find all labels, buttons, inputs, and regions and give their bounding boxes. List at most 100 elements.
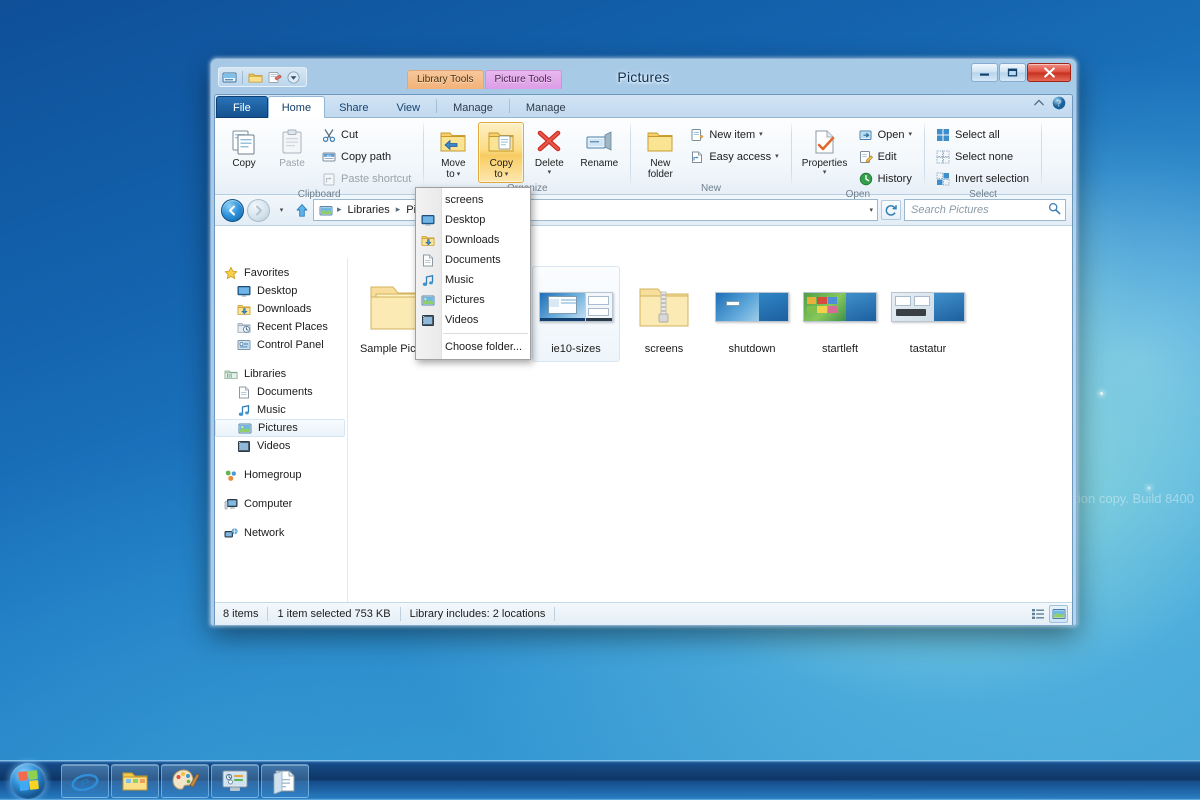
explorer-properties-icon[interactable]: [221, 69, 238, 86]
sidebar-item-computer[interactable]: Computer: [215, 495, 347, 513]
menu-item-pictures[interactable]: Pictures: [416, 290, 530, 310]
menu-item-label: Pictures: [445, 294, 485, 306]
file-label: startleft: [821, 343, 859, 355]
chevron-down-icon: ▾: [908, 130, 913, 138]
taskbar-notepad[interactable]: [261, 763, 309, 798]
music-icon: [236, 402, 252, 418]
sidebar-item-documents[interactable]: Documents: [215, 383, 347, 401]
folder-icon[interactable]: [247, 69, 264, 86]
tab-view[interactable]: View: [382, 96, 434, 118]
star-icon: [223, 265, 239, 281]
taskbar-internet-explorer[interactable]: e: [61, 763, 109, 798]
up-button[interactable]: [293, 200, 310, 220]
cut-icon: [321, 127, 337, 143]
file-item[interactable]: screens: [620, 266, 708, 362]
open-button[interactable]: Open ▾: [854, 124, 918, 145]
select-all-icon: [935, 127, 951, 143]
recent-pages-button[interactable]: ▾: [273, 200, 290, 220]
select-none-button[interactable]: Select none: [931, 146, 1035, 167]
maximize-button[interactable]: [999, 63, 1026, 82]
tab-manage-library[interactable]: Manage: [439, 96, 507, 118]
properties-button[interactable]: Properties ▾: [798, 122, 852, 179]
minimize-button[interactable]: [971, 63, 998, 82]
breadcrumb-item-libraries[interactable]: Libraries: [345, 203, 393, 217]
sidebar-item-pictures[interactable]: Pictures: [215, 419, 345, 437]
help-icon[interactable]: ?: [1052, 96, 1066, 113]
file-item[interactable]: shutdown: [708, 266, 796, 362]
new-folder-label-line2: folder: [647, 169, 673, 180]
tab-share[interactable]: Share: [325, 96, 382, 118]
sidebar-item-videos[interactable]: Videos: [215, 437, 347, 455]
documents-icon: [236, 384, 252, 400]
file-item[interactable]: tastatur: [884, 266, 972, 362]
paste-shortcut-icon: [321, 171, 337, 187]
sidebar-item-libraries[interactable]: Libraries: [215, 365, 347, 383]
file-item[interactable]: startleft: [796, 266, 884, 362]
menu-item-screens[interactable]: screens: [416, 190, 530, 210]
menu-item-desktop[interactable]: Desktop: [416, 210, 530, 230]
thumb-ie10-sizes: [539, 292, 613, 322]
sidebar-item-desktop[interactable]: Desktop: [215, 282, 347, 300]
sidebar-item-network[interactable]: Network: [215, 524, 347, 542]
copy-button[interactable]: Copy: [221, 122, 267, 172]
new-item-button[interactable]: New item ▾: [685, 124, 784, 145]
contextual-tab-groups: Library Tools Picture Tools: [407, 70, 562, 89]
address-breadcrumb-bar[interactable]: ▸ Libraries ▸ Pictu ▾: [313, 199, 878, 221]
menu-item-label: screens: [445, 194, 484, 206]
sidebar-item-control-panel[interactable]: Control Panel: [215, 336, 347, 354]
taskbar-control-panel[interactable]: [211, 763, 259, 798]
rename-button[interactable]: Rename: [574, 122, 624, 172]
tab-manage-picture[interactable]: Manage: [512, 96, 580, 118]
menu-item-choose-folder[interactable]: Choose folder...: [416, 337, 530, 357]
ribbon-group-open: Properties ▾ Open ▾ Edit History Open: [792, 118, 924, 201]
large-icons-view-button[interactable]: [1049, 605, 1068, 623]
sidebar-label: Documents: [257, 386, 313, 398]
search-icon[interactable]: [1048, 202, 1061, 218]
edit-button[interactable]: Edit: [854, 146, 918, 167]
sidebar-label: Network: [244, 527, 285, 539]
copy-path-button[interactable]: abc Copy path: [317, 146, 417, 167]
new-small-buttons: New item ▾ Easy access ▾: [685, 122, 784, 167]
copy-to-button-label-line2: to: [494, 169, 503, 180]
new-folder-icon: [645, 126, 675, 158]
paste-shortcut-button[interactable]: Paste shortcut: [317, 168, 417, 189]
new-folder-button[interactable]: New folder: [637, 122, 683, 183]
customize-qat-chevron-icon[interactable]: [285, 69, 302, 86]
refresh-button[interactable]: [881, 200, 901, 220]
forward-button[interactable]: [247, 198, 270, 222]
start-button[interactable]: [1, 762, 55, 800]
move-to-button[interactable]: Move to ▾: [430, 122, 476, 183]
delete-button[interactable]: Delete ▾: [526, 122, 572, 179]
back-button[interactable]: [221, 198, 244, 222]
history-button[interactable]: History: [854, 168, 918, 189]
select-all-button[interactable]: Select all: [931, 124, 1035, 145]
new-folder-icon[interactable]: [266, 69, 283, 86]
documents-icon: [420, 252, 436, 268]
cut-button[interactable]: Cut: [317, 124, 417, 145]
sidebar-item-music[interactable]: Music: [215, 401, 347, 419]
menu-item-label: Choose folder...: [443, 341, 522, 353]
taskbar-paint[interactable]: [161, 763, 209, 798]
paste-button[interactable]: Paste: [269, 122, 315, 172]
menu-item-downloads[interactable]: Downloads: [416, 230, 530, 250]
sidebar-item-downloads[interactable]: Downloads: [215, 300, 347, 318]
address-dropdown-icon[interactable]: ▾: [869, 206, 873, 214]
file-item[interactable]: ie10-sizes: [532, 266, 620, 362]
collapse-ribbon-icon[interactable]: [1033, 98, 1045, 111]
menu-item-documents[interactable]: Documents: [416, 250, 530, 270]
search-input[interactable]: Search Pictures: [904, 199, 1066, 221]
menu-item-videos[interactable]: Videos: [416, 310, 530, 330]
sidebar-item-favorites[interactable]: Favorites: [215, 264, 347, 282]
menu-item-music[interactable]: Music: [416, 270, 530, 290]
videos-icon: [236, 438, 252, 454]
close-button[interactable]: [1027, 63, 1071, 82]
copy-to-button[interactable]: Copy to ▾: [478, 122, 525, 183]
details-view-button[interactable]: [1028, 605, 1047, 623]
tab-file[interactable]: File: [216, 96, 268, 118]
sidebar-item-homegroup[interactable]: Homegroup: [215, 466, 347, 484]
sidebar-item-recent-places[interactable]: Recent Places: [215, 318, 347, 336]
tab-home[interactable]: Home: [267, 96, 326, 118]
taskbar-file-explorer[interactable]: [111, 763, 159, 798]
easy-access-button[interactable]: Easy access ▾: [685, 146, 784, 167]
invert-selection-button[interactable]: Invert selection: [931, 168, 1035, 189]
